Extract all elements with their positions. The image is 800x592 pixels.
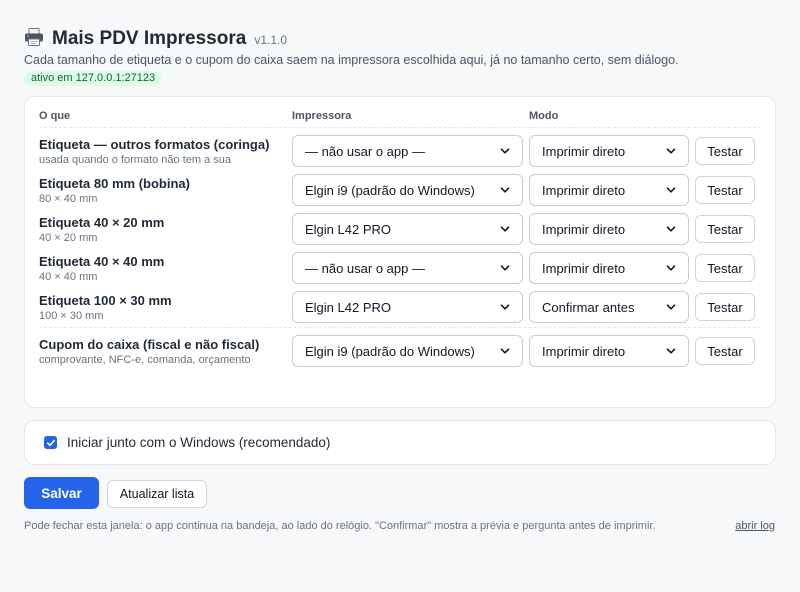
test-button[interactable]: Testar [695, 337, 755, 365]
table-row: Cupom do caixa (fiscal e não fiscal) com… [25, 335, 775, 371]
chevron-down-icon [666, 226, 676, 232]
chevron-down-icon [666, 187, 676, 193]
mode-select[interactable]: Imprimir direto [529, 135, 689, 167]
chevron-down-icon [500, 187, 510, 193]
column-header-what: O que [39, 110, 71, 122]
printer-select[interactable]: Elgin i9 (padrão do Windows) [292, 174, 523, 206]
printer-select-value: Elgin i9 (padrão do Windows) [305, 182, 475, 198]
mode-select[interactable]: Imprimir direto [529, 252, 689, 284]
mode-select-value: Imprimir direto [542, 260, 626, 276]
table-row: Etiqueta 40 × 40 mm 40 × 40 mm — não usa… [25, 252, 775, 288]
check-icon [46, 439, 55, 446]
mode-select[interactable]: Imprimir direto [529, 335, 689, 367]
test-button[interactable]: Testar [695, 293, 755, 321]
chevron-down-icon [500, 148, 510, 154]
mode-select-value: Imprimir direto [542, 143, 626, 159]
test-button[interactable]: Testar [695, 176, 755, 204]
row-name: Etiqueta 40 × 40 mm [39, 254, 165, 269]
printer-icon [25, 28, 43, 46]
row-desc: 100 × 30 mm [39, 310, 104, 322]
mode-select-value: Imprimir direto [542, 182, 626, 198]
subtitle: Cada tamanho de etiqueta e o cupom do ca… [24, 53, 679, 67]
table-row: Etiqueta 40 × 20 mm 40 × 20 mm Elgin L42… [25, 213, 775, 249]
status-badge: ativo em 127.0.0.1:27123 [24, 71, 163, 86]
mode-select[interactable]: Confirmar antes [529, 291, 689, 323]
row-desc: usada quando o formato não tem a sua [39, 154, 232, 166]
footer-note: Pode fechar esta janela: o app continua … [24, 520, 656, 532]
test-button[interactable]: Testar [695, 215, 755, 243]
mode-select[interactable]: Imprimir direto [529, 213, 689, 245]
row-desc: 40 × 40 mm [39, 271, 98, 283]
mode-select-value: Confirmar antes [542, 299, 635, 315]
refresh-list-button[interactable]: Atualizar lista [107, 480, 207, 508]
header-divider [39, 127, 761, 128]
row-desc: 80 × 40 mm [39, 193, 98, 205]
chevron-down-icon [666, 148, 676, 154]
printer-mapping-table: O que Impressora Modo Etiqueta — outros … [24, 96, 776, 408]
mode-select-value: Imprimir direto [542, 221, 626, 237]
row-desc: 40 × 20 mm [39, 232, 98, 244]
startup-label[interactable]: Iniciar junto com o Windows (recomendado… [67, 435, 330, 450]
header: Mais PDV Impressora v1.1.0 Cada tamanho … [24, 24, 776, 86]
printer-select[interactable]: Elgin i9 (padrão do Windows) [292, 335, 523, 367]
row-name: Etiqueta 80 mm (bobina) [39, 176, 190, 191]
printer-select-value: Elgin i9 (padrão do Windows) [305, 343, 475, 359]
printer-select[interactable]: — não usar o app — [292, 252, 523, 284]
save-button[interactable]: Salvar [24, 477, 99, 509]
column-header-printer: Impressora [292, 110, 352, 122]
printer-select-value: — não usar o app — [305, 143, 425, 159]
column-header-mode: Modo [529, 110, 559, 122]
test-button[interactable]: Testar [695, 254, 755, 282]
chevron-down-icon [666, 265, 676, 271]
startup-option: Iniciar junto com o Windows (recomendado… [24, 420, 776, 465]
open-log-link[interactable]: abrir log [735, 520, 775, 532]
startup-checkbox[interactable] [44, 436, 57, 449]
row-desc: comprovante, NFC-e, comanda, orçamento [39, 354, 251, 366]
chevron-down-icon [500, 265, 510, 271]
mode-select[interactable]: Imprimir direto [529, 174, 689, 206]
printer-select[interactable]: Elgin L42 PRO [292, 213, 523, 245]
table-row: Etiqueta 80 mm (bobina) 80 × 40 mm Elgin… [25, 174, 775, 210]
row-name: Etiqueta — outros formatos (coringa) [39, 137, 270, 152]
mode-select-value: Imprimir direto [542, 343, 626, 359]
printer-select[interactable]: — não usar o app — [292, 135, 523, 167]
row-name: Cupom do caixa (fiscal e não fiscal) [39, 337, 260, 352]
printer-select-value: Elgin L42 PRO [305, 299, 391, 315]
chevron-down-icon [666, 304, 676, 310]
row-name: Etiqueta 40 × 20 mm [39, 215, 165, 230]
title-row: Mais PDV Impressora v1.1.0 [24, 24, 776, 49]
chevron-down-icon [500, 304, 510, 310]
chevron-down-icon [500, 226, 510, 232]
printer-select[interactable]: Elgin L42 PRO [292, 291, 523, 323]
table-row: Etiqueta 100 × 30 mm 100 × 30 mm Elgin L… [25, 291, 775, 327]
table-row: Etiqueta — outros formatos (coringa) usa… [25, 135, 775, 171]
printer-select-value: — não usar o app — [305, 260, 425, 276]
row-name: Etiqueta 100 × 30 mm [39, 293, 172, 308]
section-divider [39, 327, 761, 328]
test-button[interactable]: Testar [695, 137, 755, 165]
chevron-down-icon [666, 348, 676, 354]
printer-select-value: Elgin L42 PRO [305, 221, 391, 237]
app-title: Mais PDV Impressora [52, 28, 247, 49]
app-version: v1.1.0 [254, 33, 288, 47]
chevron-down-icon [500, 348, 510, 354]
